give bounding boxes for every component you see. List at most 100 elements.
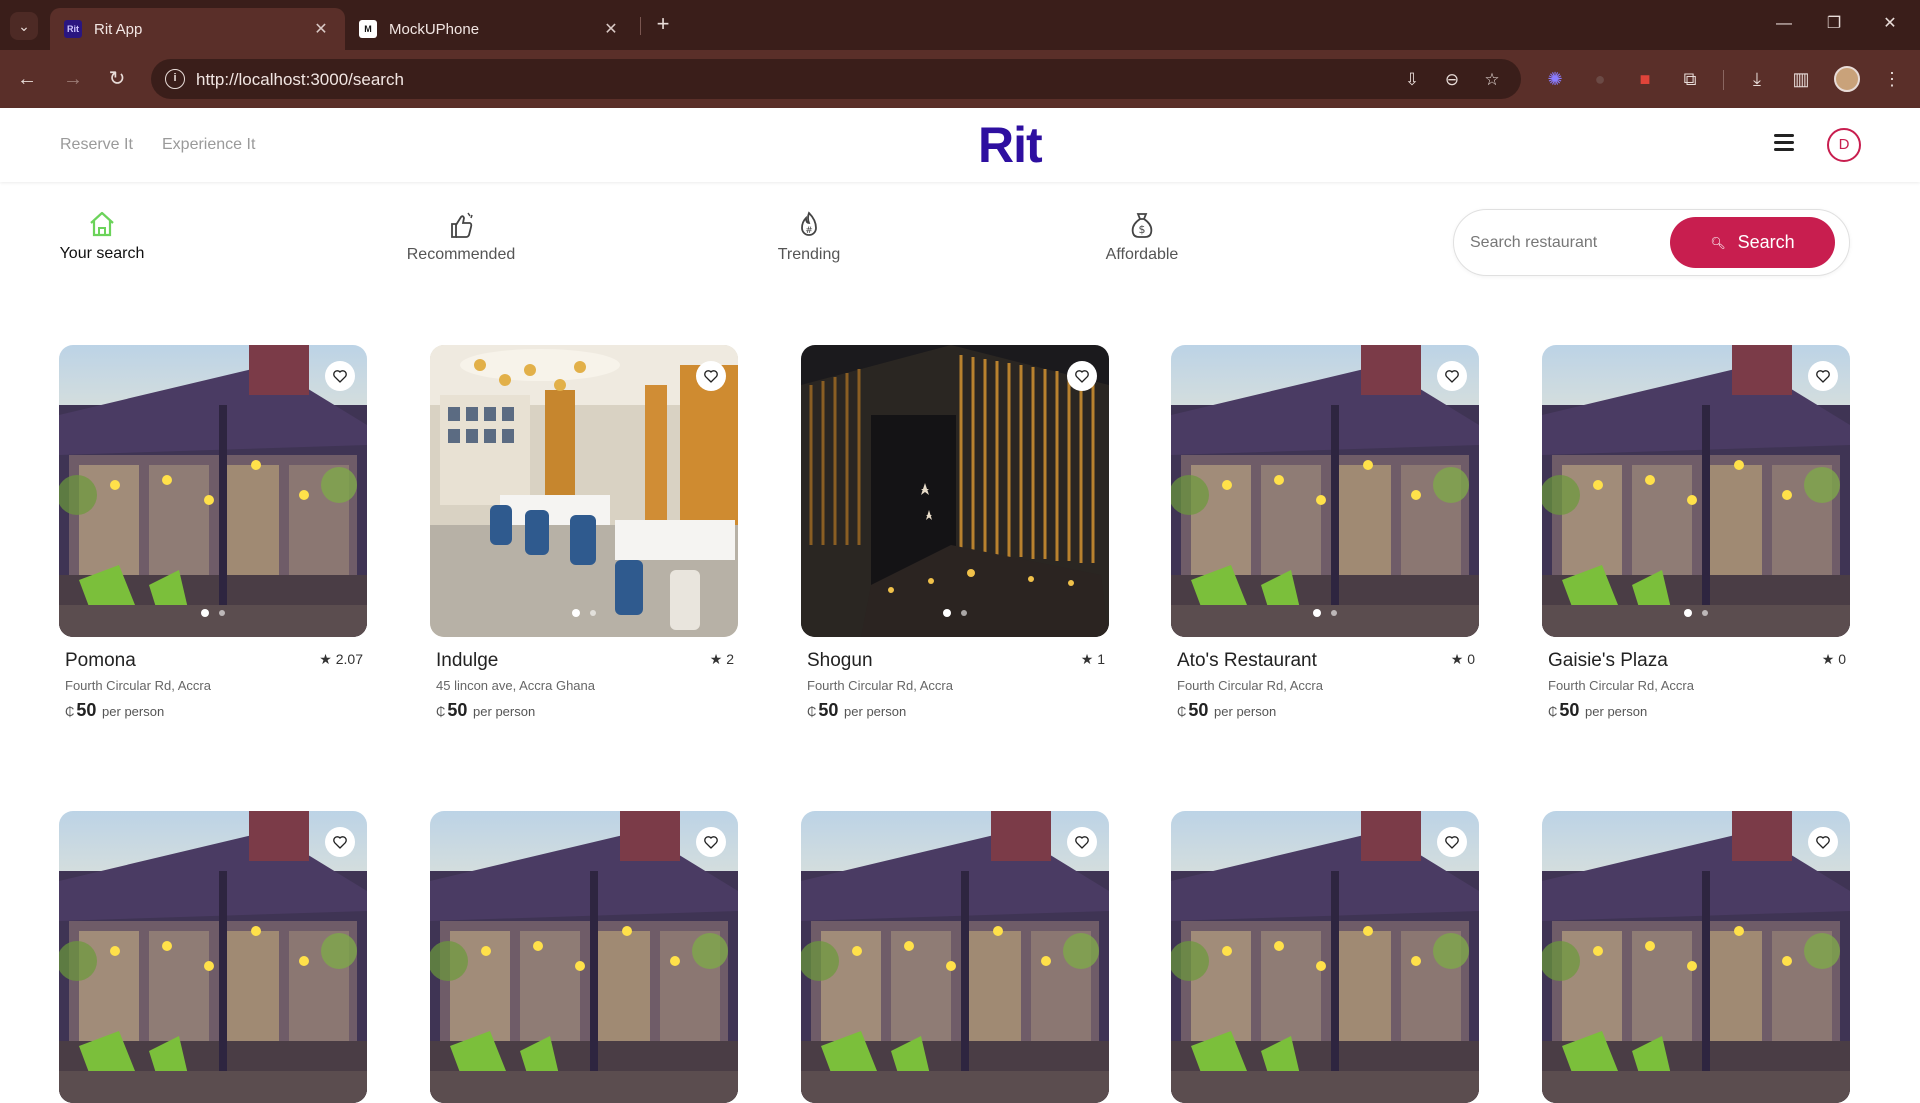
carousel-dot[interactable] (1702, 610, 1708, 616)
restaurant-card[interactable]: Indulge ★ 2 45 lincon ave, Accra Ghana ₵ 50 … (430, 345, 738, 720)
restaurant-photo[interactable] (801, 811, 1109, 1103)
favorite-heart-icon[interactable] (325, 827, 355, 857)
download-icon[interactable]: ⤓ (1745, 67, 1769, 91)
restaurant-photo[interactable] (430, 345, 738, 637)
side-panel-icon[interactable]: ▥ (1789, 67, 1813, 91)
restaurant-card[interactable]: Ato's Restaurant ★ 0 Fourth Circular Rd, A… (1171, 345, 1479, 720)
profile-avatar[interactable] (1834, 66, 1860, 92)
restaurant-card[interactable]: Shogun ★ 1 Fourth Circular Rd, Accra ₵ 50 pe… (801, 345, 1109, 720)
category-label: Affordable (1105, 246, 1179, 263)
forward-icon[interactable]: → (60, 66, 86, 92)
search-button[interactable]: 🔍︎ Search (1670, 217, 1835, 268)
carousel-dot[interactable] (1313, 609, 1321, 617)
restaurant-card[interactable] (801, 811, 1109, 1103)
search-input[interactable] (1470, 230, 1660, 256)
favorite-heart-icon[interactable] (1808, 361, 1838, 391)
restaurant-photo[interactable] (801, 345, 1109, 637)
carousel-dot[interactable] (1684, 609, 1692, 617)
restaurant-photo[interactable] (1542, 345, 1850, 637)
restaurant-price: ₵ 50 per person (1548, 700, 1647, 721)
close-tab-icon[interactable]: ✕ (601, 19, 621, 39)
app-header: Reserve It Experience It Rit D (0, 108, 1920, 182)
restaurant-photo[interactable] (1542, 811, 1850, 1103)
restaurant-photo[interactable] (430, 811, 738, 1103)
restore-icon[interactable]: ❐ (1822, 12, 1846, 36)
rit-logo[interactable]: Rit (978, 116, 1043, 174)
restaurant-card[interactable]: Pomona ★ 2.07 Fourth Circular Rd, Accra ₵ 50… (59, 345, 367, 720)
reserve-it-link[interactable]: Reserve It (60, 136, 133, 154)
carousel-dots[interactable] (1679, 609, 1713, 617)
restaurant-name[interactable]: Gaisie's Plaza (1548, 650, 1668, 672)
cedi-icon: ₵ (436, 704, 446, 719)
restaurant-photo[interactable] (59, 345, 367, 637)
restaurant-card[interactable] (1171, 811, 1479, 1103)
carousel-dot[interactable] (201, 609, 209, 617)
restaurant-card[interactable] (59, 811, 367, 1103)
carousel-dot[interactable] (572, 609, 580, 617)
browser-tab-active[interactable]: Rit Rit App ✕ (50, 8, 345, 50)
more-menu-icon[interactable]: ⋮ (1880, 67, 1904, 91)
favorite-heart-icon[interactable] (1067, 827, 1097, 857)
carousel-dots[interactable] (567, 609, 601, 617)
tab-title: MockUPhone (389, 20, 480, 38)
address-bar[interactable]: i http://localhost:3000/search ⇩ ⊖ ☆ (151, 59, 1521, 99)
install-app-icon[interactable]: ⇩ (1401, 69, 1423, 91)
new-tab-icon[interactable]: + (652, 13, 674, 35)
restaurant-card[interactable]: Gaisie's Plaza ★ 0 Fourth Circular Rd, Acc… (1542, 345, 1850, 720)
favorite-heart-icon[interactable] (1437, 827, 1467, 857)
star-icon: ★ (1821, 651, 1835, 667)
restaurant-name[interactable]: Ato's Restaurant (1177, 650, 1317, 672)
category-your-search[interactable]: Your search (56, 209, 148, 263)
tab-search-dropdown[interactable]: ⌄ (10, 12, 38, 40)
favorite-heart-icon[interactable] (1067, 361, 1097, 391)
zoom-icon[interactable]: ⊖ (1441, 69, 1463, 91)
restaurant-address: Fourth Circular Rd, Accra (1548, 678, 1694, 693)
money-bag-icon: $ (1131, 213, 1153, 238)
search-button-label: Search (1737, 232, 1795, 252)
site-info-icon[interactable]: i (165, 69, 185, 89)
user-avatar[interactable]: D (1827, 128, 1861, 162)
rating-value: 1 (1097, 651, 1105, 667)
favorite-heart-icon[interactable] (325, 361, 355, 391)
experience-it-link[interactable]: Experience It (162, 136, 255, 154)
extension-icon[interactable]: ● (1588, 67, 1612, 91)
carousel-dots[interactable] (938, 609, 972, 617)
extensions-puzzle-icon[interactable]: ⧉ (1678, 67, 1702, 91)
close-window-icon[interactable]: ✕ (1878, 12, 1902, 36)
category-recommended[interactable]: Recommended (400, 210, 522, 264)
extension-icon[interactable]: ✺ (1543, 67, 1567, 91)
favorite-heart-icon[interactable] (1808, 827, 1838, 857)
restaurant-card[interactable] (1542, 811, 1850, 1103)
restaurant-card[interactable] (430, 811, 738, 1103)
carousel-dot[interactable] (961, 610, 967, 616)
favorite-heart-icon[interactable] (1437, 361, 1467, 391)
browser-tab[interactable]: M MockUPhone ✕ (345, 8, 635, 50)
favorite-heart-icon[interactable] (696, 827, 726, 857)
back-icon[interactable]: ← (14, 66, 40, 92)
carousel-dot[interactable] (590, 610, 596, 616)
restaurant-photo[interactable] (1171, 345, 1479, 637)
carousel-dots[interactable] (196, 609, 230, 617)
bookmark-star-icon[interactable]: ☆ (1481, 69, 1503, 91)
rit-favicon-icon: Rit (64, 20, 82, 38)
restaurant-photo[interactable] (1171, 811, 1479, 1103)
rating-value: 2.07 (335, 651, 363, 667)
carousel-dot[interactable] (1331, 610, 1337, 616)
restaurant-photo[interactable] (59, 811, 367, 1103)
restaurant-name[interactable]: Pomona (65, 650, 136, 672)
close-tab-icon[interactable]: ✕ (311, 19, 331, 39)
cedi-icon: ₵ (1548, 704, 1558, 719)
extension-icon[interactable]: ■ (1633, 67, 1657, 91)
favorite-heart-icon[interactable] (696, 361, 726, 391)
carousel-dot[interactable] (943, 609, 951, 617)
hamburger-menu-icon[interactable] (1774, 134, 1794, 152)
category-affordable[interactable]: $ Affordable (1100, 210, 1184, 264)
category-trending[interactable]: # Trending (772, 210, 846, 264)
reload-icon[interactable]: ↻ (104, 66, 130, 92)
restaurant-name[interactable]: Shogun (807, 650, 873, 672)
minimize-icon[interactable]: — (1772, 12, 1796, 36)
carousel-dot[interactable] (219, 610, 225, 616)
restaurant-name[interactable]: Indulge (436, 650, 498, 672)
carousel-dots[interactable] (1308, 609, 1342, 617)
svg-text:#: # (805, 226, 813, 236)
